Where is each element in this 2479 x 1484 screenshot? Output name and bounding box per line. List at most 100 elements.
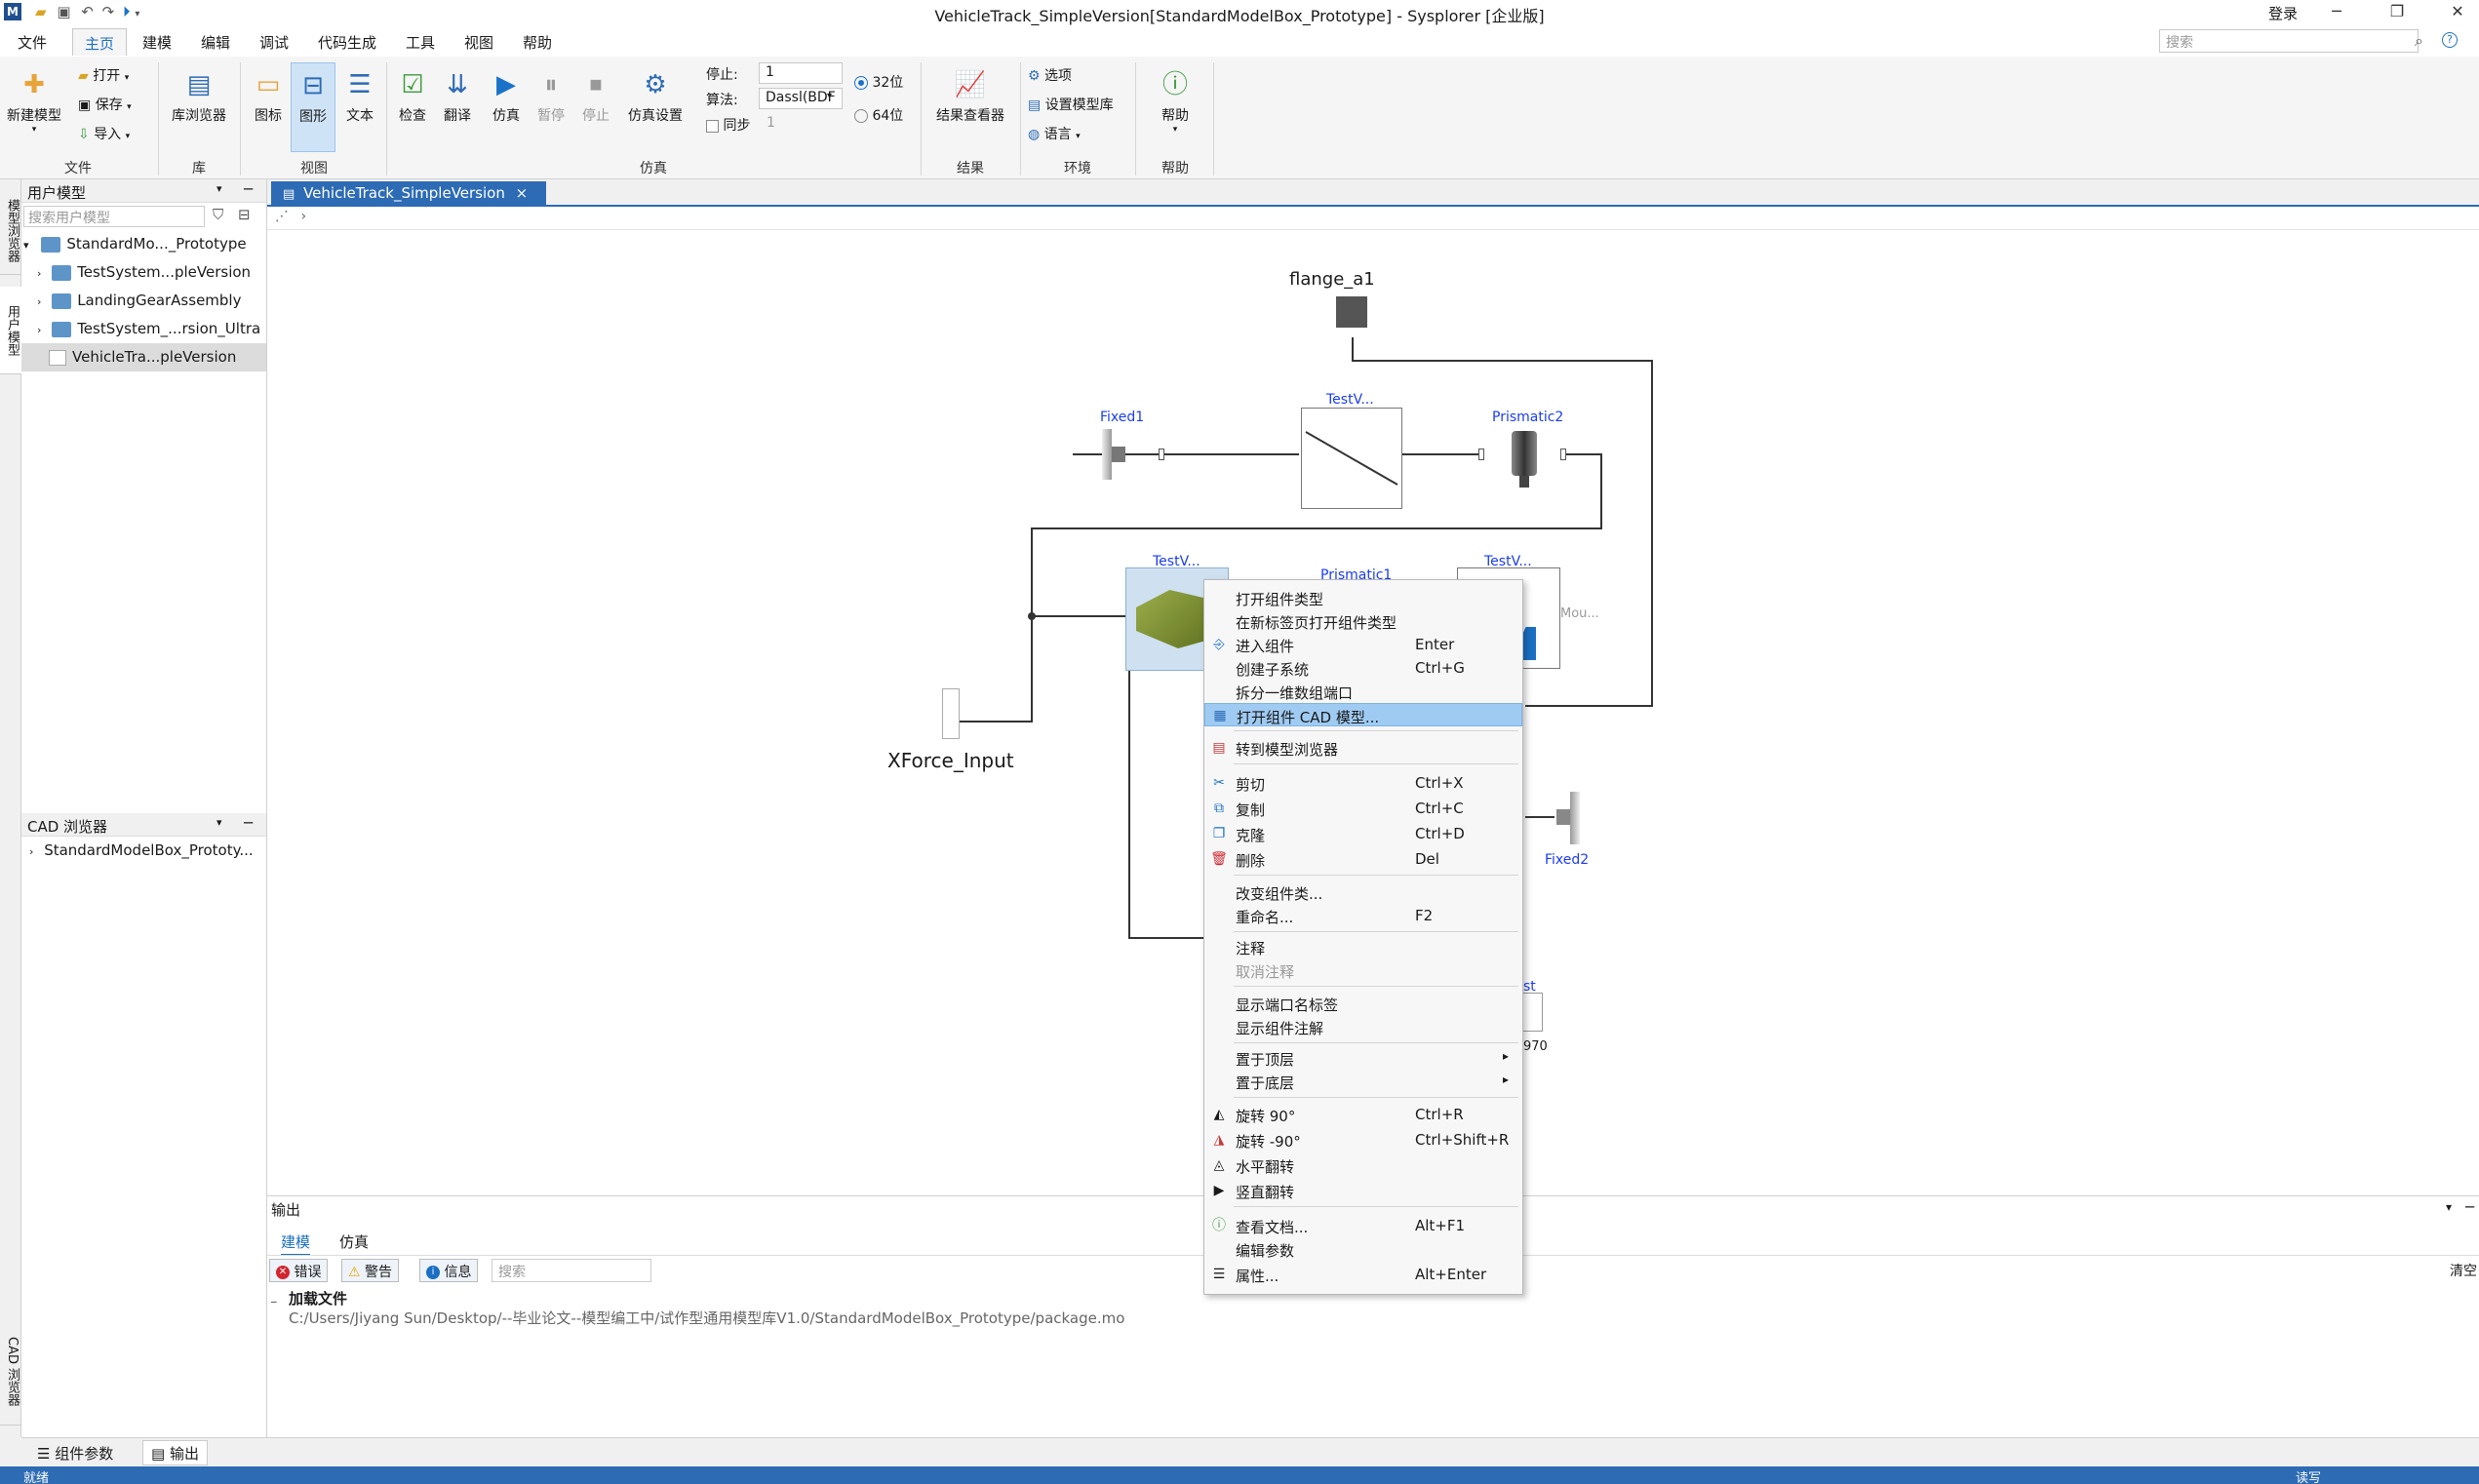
menu-item-properties[interactable]: ☰ 属性... Alt+Enter bbox=[1204, 1263, 1522, 1286]
vtab-user-models[interactable]: 用户模型 bbox=[0, 287, 21, 374]
minimize-panel-icon[interactable]: ─ bbox=[244, 180, 253, 198]
library-browser-button[interactable]: ▤ 库浏览器 bbox=[164, 62, 234, 152]
log-collapse-icon[interactable]: _ bbox=[271, 1290, 277, 1303]
sync-checkbox[interactable]: 同步 bbox=[706, 115, 750, 135]
output-search-input[interactable]: 搜索 bbox=[492, 1259, 651, 1282]
search-icon[interactable]: ⌕ bbox=[2415, 31, 2423, 51]
menu-item-open-type[interactable]: 打开组件类型 bbox=[1204, 586, 1522, 609]
menu-item-change-class[interactable]: 改变组件类... bbox=[1204, 880, 1522, 904]
collapse-arrow-icon[interactable]: › bbox=[29, 845, 33, 858]
bit32-radio[interactable]: 32位 bbox=[854, 72, 903, 92]
fixed1-component[interactable] bbox=[1102, 429, 1131, 480]
help-button[interactable]: ⓘ 帮助 ▾ bbox=[1141, 62, 1209, 152]
menu-view[interactable]: 视图 bbox=[464, 32, 493, 53]
result-viewer-button[interactable]: 📈 结果查看器 bbox=[926, 62, 1014, 152]
filter-icon[interactable]: ⛉ bbox=[213, 206, 223, 223]
close-tab-icon[interactable]: × bbox=[516, 184, 529, 202]
translate-button[interactable]: ⇊ 翻译 bbox=[435, 62, 480, 152]
close-button[interactable]: ✕ bbox=[2428, 0, 2479, 25]
vtab-model-browser[interactable]: 模型浏览器 bbox=[0, 187, 21, 275]
output-tab-simulation[interactable]: 仿真 bbox=[339, 1231, 369, 1252]
menu-item-clone[interactable]: ❐ 克隆 Ctrl+D bbox=[1204, 822, 1522, 845]
menu-tools[interactable]: 工具 bbox=[406, 32, 435, 53]
menu-debug[interactable]: 调试 bbox=[259, 32, 289, 53]
menu-item-flip-horizontal[interactable]: ◬ 水平翻转 bbox=[1204, 1153, 1522, 1177]
collapse-arrow-icon[interactable]: › bbox=[37, 295, 41, 308]
flange-port[interactable] bbox=[1336, 296, 1367, 328]
menu-item-open-type-new-tab[interactable]: 在新标签页打开组件类型 bbox=[1204, 609, 1522, 633]
tab-component-params[interactable]: ☰ 组件参数 bbox=[37, 1443, 113, 1464]
open-button[interactable]: ▰ 打开 ▾ bbox=[78, 64, 129, 88]
view-icon-button[interactable]: ▭ 图标 bbox=[246, 62, 291, 152]
filter-warning-button[interactable]: ⚠ 警告 bbox=[341, 1259, 400, 1282]
filter-error-button[interactable]: ✕ 错误 bbox=[269, 1259, 329, 1282]
vtab-cad-browser[interactable]: CAD 浏览器 bbox=[0, 1318, 21, 1425]
menu-item-rename[interactable]: 重命名... F2 bbox=[1204, 904, 1522, 927]
menu-item-rotate-90[interactable]: ◭ 旋转 90° Ctrl+R bbox=[1204, 1103, 1522, 1126]
menu-help[interactable]: 帮助 bbox=[523, 32, 552, 53]
cad-tree-item[interactable]: › StandardModelBox_Prototy... bbox=[21, 837, 254, 865]
collapse-arrow-icon[interactable]: › bbox=[37, 324, 41, 336]
menu-item-open-cad-model[interactable]: ▦ 打开组件 CAD 模型... bbox=[1204, 703, 1522, 726]
menu-item-delete[interactable]: 🗑 删除 Del bbox=[1204, 847, 1522, 871]
clear-output-button[interactable]: 清空 bbox=[2450, 1261, 2477, 1280]
options-button[interactable]: ⚙ 选项 bbox=[1028, 64, 1072, 88]
filter-info-button[interactable]: i 信息 bbox=[419, 1259, 479, 1282]
menu-edit[interactable]: 编辑 bbox=[201, 32, 230, 53]
user-model-search-input[interactable]: 搜索用户模型 bbox=[23, 206, 205, 227]
restore-button[interactable]: ❐ bbox=[2368, 0, 2426, 25]
port-connector[interactable] bbox=[1159, 449, 1164, 460]
menu-item-comment[interactable]: 注释 bbox=[1204, 935, 1522, 958]
chevron-down-icon[interactable]: ▾ bbox=[216, 816, 222, 829]
collapse-arrow-icon[interactable]: › bbox=[37, 267, 41, 280]
language-button[interactable]: ◍ 语言 ▾ bbox=[1028, 123, 1081, 146]
menu-home[interactable]: 主页 bbox=[72, 28, 128, 56]
save-button[interactable]: ▣ 保存 ▾ bbox=[78, 94, 132, 117]
simulate-button[interactable]: ▶ 仿真 bbox=[484, 62, 529, 152]
menu-item-show-annotation[interactable]: 显示组件注解 bbox=[1204, 1015, 1522, 1038]
breadcrumb-arrow-icon[interactable]: › bbox=[300, 209, 306, 224]
menu-item-rotate-neg-90[interactable]: ◮ 旋转 -90° Ctrl+Shift+R bbox=[1204, 1128, 1522, 1152]
menu-item-edit-params[interactable]: 编辑参数 bbox=[1204, 1237, 1522, 1261]
xforce-input-port[interactable] bbox=[942, 688, 960, 739]
collapse-all-icon[interactable]: ⊟ bbox=[238, 206, 251, 223]
import-button[interactable]: ⇩ 导入 ▾ bbox=[78, 123, 130, 146]
doc-tab-vehicletrack[interactable]: ▤ VehicleTrack_SimpleVersion × bbox=[271, 181, 546, 207]
view-text-button[interactable]: ☰ 文本 bbox=[337, 62, 382, 152]
minimize-button[interactable]: ─ bbox=[2307, 0, 2366, 25]
menu-item-cut[interactable]: ✂ 剪切 Ctrl+X bbox=[1204, 771, 1522, 795]
global-search-input[interactable]: 搜索 bbox=[2159, 29, 2419, 53]
expand-icon[interactable]: ▾ bbox=[23, 239, 29, 252]
output-tab-modeling[interactable]: 建模 bbox=[281, 1231, 311, 1256]
testv-top-component[interactable] bbox=[1301, 408, 1402, 509]
chevron-down-icon[interactable]: ▾ bbox=[216, 182, 222, 195]
minimize-panel-icon[interactable]: ─ bbox=[2465, 1198, 2474, 1216]
set-library-button[interactable]: ▤ 设置模型库 bbox=[1028, 94, 1114, 117]
fixed2-component[interactable] bbox=[1553, 792, 1582, 844]
tree-item[interactable]: ▾ StandardMo..._Prototype bbox=[21, 230, 266, 258]
menu-item-show-port-labels[interactable]: 显示端口名标签 bbox=[1204, 992, 1522, 1015]
tab-output[interactable]: ▤ 输出 bbox=[142, 1440, 208, 1465]
port-connector[interactable] bbox=[1478, 449, 1484, 460]
help-question-icon[interactable]: ? bbox=[2442, 32, 2458, 48]
menu-item-flip-vertical[interactable]: ▶ 竖直翻转 bbox=[1204, 1179, 1522, 1202]
chevron-down-icon[interactable]: ▾ bbox=[2446, 1200, 2452, 1214]
menu-item-goto-model-browser[interactable]: ▤ 转到模型浏览器 bbox=[1204, 736, 1522, 760]
minimize-panel-icon[interactable]: ─ bbox=[244, 814, 253, 832]
tree-item[interactable]: › TestSystem_...rsion_Ultra bbox=[21, 315, 266, 343]
menu-item-split-array-port[interactable]: 拆分一维数组端口 bbox=[1204, 680, 1522, 703]
partial-component[interactable] bbox=[1523, 993, 1543, 1032]
tree-item[interactable]: › LandingGearAssembly bbox=[21, 287, 266, 315]
new-model-button[interactable]: ✚ 新建模型 ▾ bbox=[4, 62, 64, 152]
pause-button[interactable]: ⏸ 暂停 bbox=[529, 62, 573, 152]
login-link[interactable]: 登录 bbox=[2268, 3, 2298, 23]
menu-item-view-docs[interactable]: ⓘ 查看文档... Alt+F1 bbox=[1204, 1214, 1522, 1237]
breadcrumb-root-icon[interactable]: ⋰ bbox=[275, 209, 289, 224]
port-connector[interactable] bbox=[1560, 449, 1566, 460]
tree-item[interactable]: › TestSystem...pleVersion bbox=[21, 258, 266, 287]
check-button[interactable]: ☑ 检查 bbox=[390, 62, 435, 152]
menu-item-send-to-back[interactable]: 置于底层 ▸ bbox=[1204, 1070, 1522, 1093]
menu-item-enter-component[interactable]: ⎆ 进入组件 Enter bbox=[1204, 633, 1522, 656]
sim-settings-button[interactable]: ⚙ 仿真设置 bbox=[620, 62, 690, 152]
stop-button[interactable]: ⏹ 停止 bbox=[573, 62, 618, 152]
